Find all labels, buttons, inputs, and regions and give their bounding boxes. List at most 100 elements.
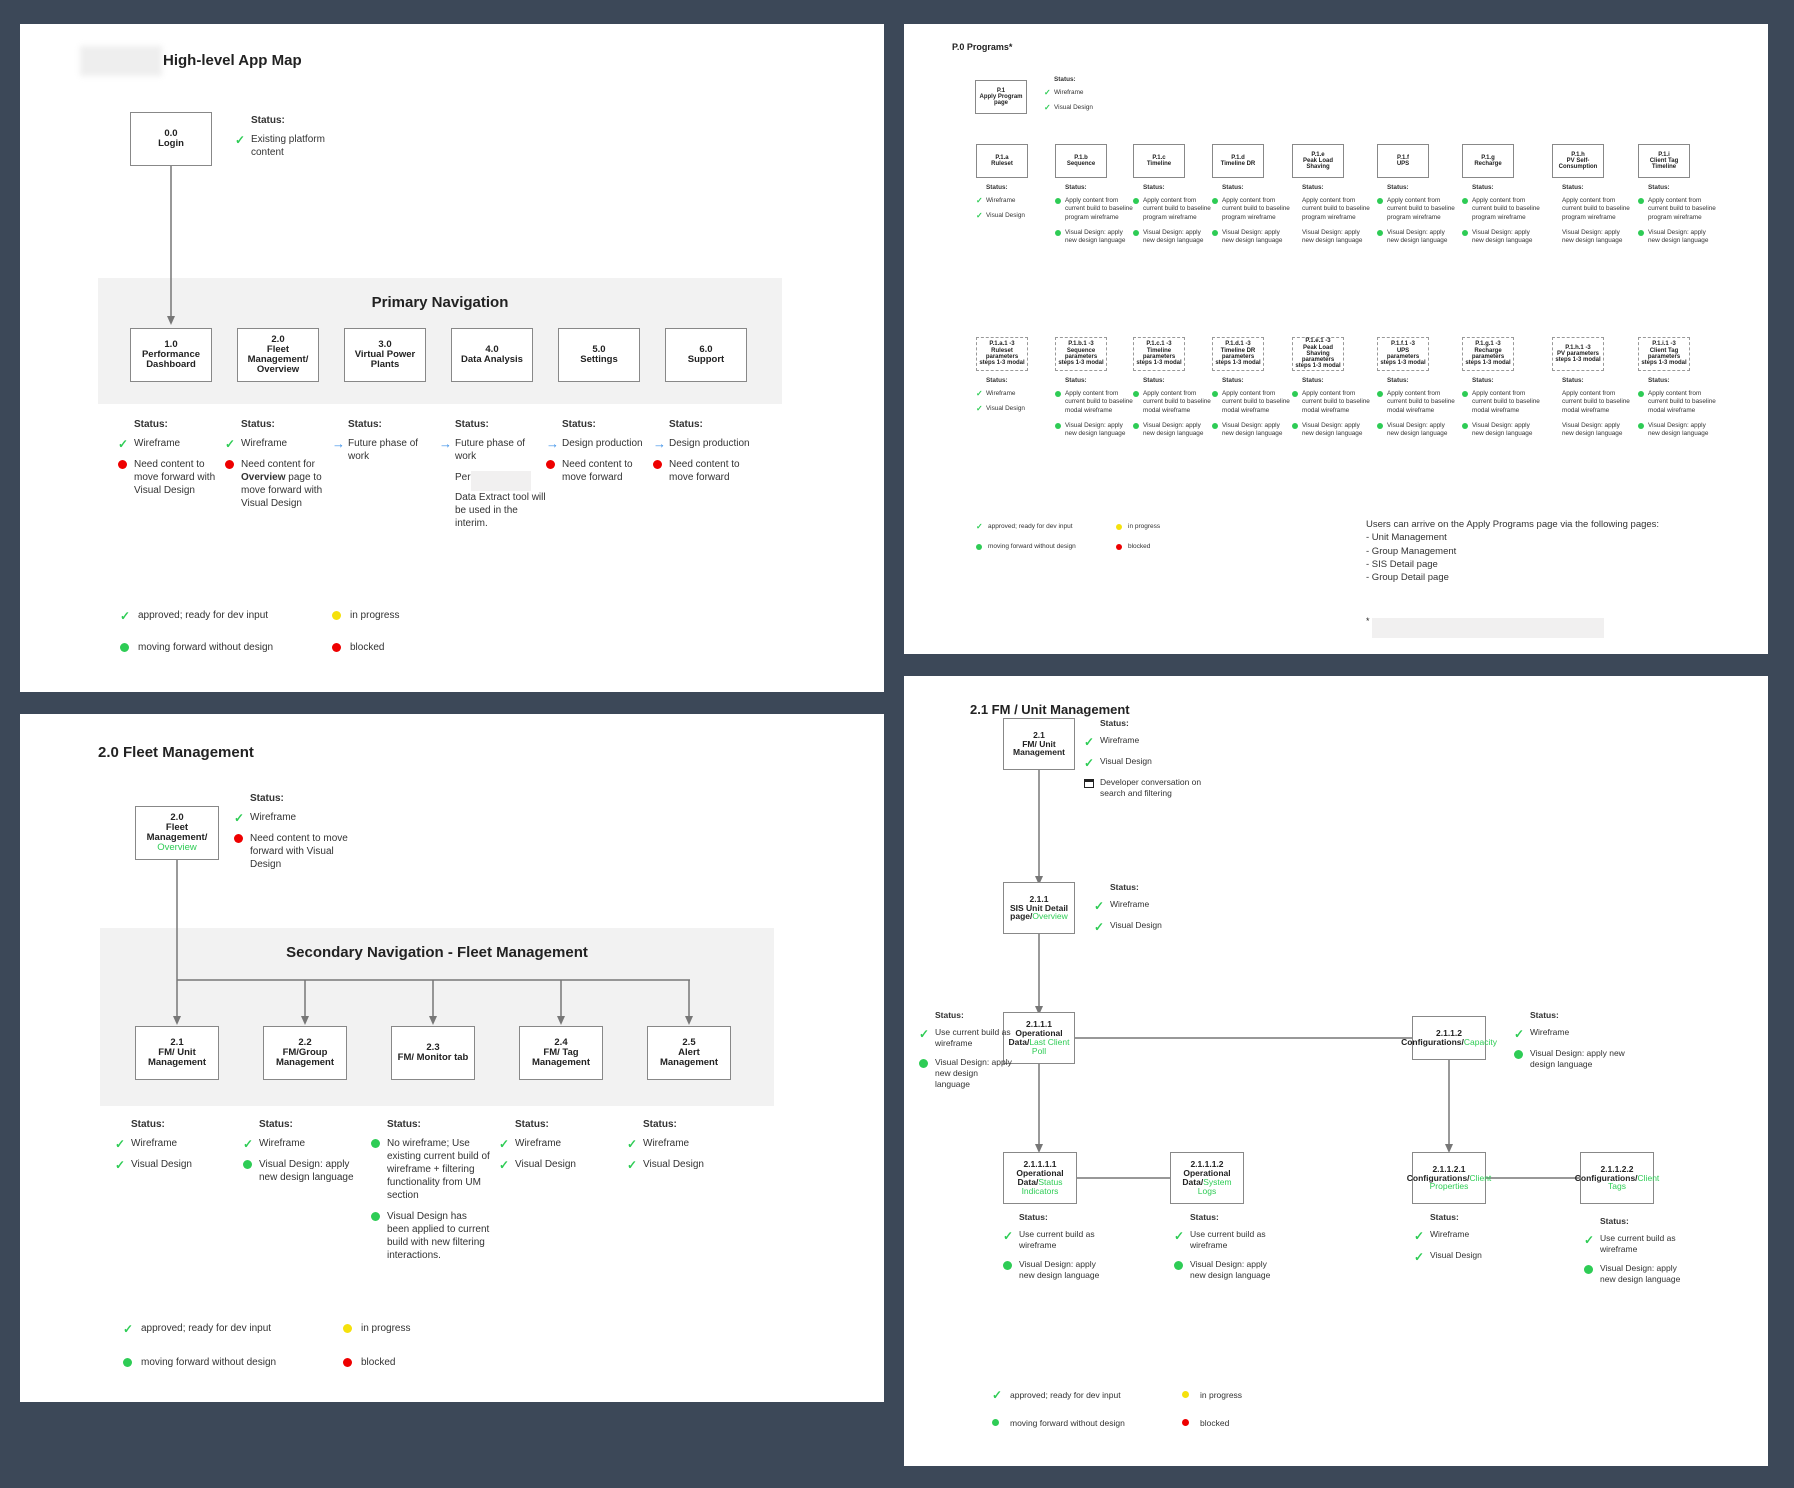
primary-nav-node[interactable]: 5.0 Settings: [558, 328, 640, 382]
secondary-nav-node[interactable]: 2.2 FM/Group Management: [263, 1026, 347, 1080]
program-modal-node[interactable]: P.1.f.1 -3 UPS parameters steps 1-3 modal: [1377, 337, 1429, 371]
status-item: ✓ Wireframe: [1094, 899, 1214, 912]
primary-nav-node[interactable]: 6.0 Support: [665, 328, 747, 382]
green-dot-icon: [1055, 423, 1061, 430]
primary-nav-node[interactable]: 4.0 Data Analysis: [451, 328, 533, 382]
status-item: ✓ Wireframe: [1414, 1229, 1524, 1242]
program-modal-node[interactable]: P.1.b.1 -3 Sequence parameters steps 1-3 …: [1055, 337, 1107, 371]
legend-approved: ✓ approved; ready for dev input: [123, 1321, 272, 1336]
primary-nav-node[interactable]: 1.0 Performance Dashboard: [130, 328, 212, 382]
check-icon: ✓: [123, 1321, 134, 1336]
status-item-text: Wireframe: [134, 438, 181, 449]
unit-node[interactable]: 2.1.1.2.2 Configurations/Client Tags: [1575, 1152, 1659, 1204]
check-icon: ✓: [1003, 1228, 1014, 1243]
redacted-footnote: [1372, 618, 1604, 638]
status-item: Visual Design: apply new design language: [1638, 229, 1718, 246]
note-list: - Unit Management - Group Management - SIS…: [1366, 531, 1746, 584]
status-item-text: Visual Design: apply new design language: [259, 1159, 354, 1183]
program-node[interactable]: P.1.b Sequence: [1055, 144, 1107, 178]
program-node[interactable]: P.1.f UPS: [1377, 144, 1429, 178]
status-icon-wrap: ✓: [1094, 920, 1110, 933]
node-link[interactable]: Overview: [1032, 911, 1067, 921]
green-dot-icon: [1133, 391, 1139, 398]
status-item: Visual Design: apply new design language: [1055, 422, 1135, 439]
status-item: ✓ Visual Design: [1094, 920, 1214, 933]
status-item: Per Data Extract tool will be used in the…: [439, 471, 547, 530]
unit-node[interactable]: 2.1.1.1.1 Operational Data/Status Indicat…: [1003, 1152, 1077, 1204]
unit-node[interactable]: 2.1.1.2 Configurations/Capacity: [1401, 1016, 1497, 1060]
green-dot-icon: [1584, 1265, 1593, 1275]
program-modal-node[interactable]: P.1.h.1 -3 PV parameters steps 1-3 modal: [1552, 337, 1604, 371]
program-node[interactable]: P.1.c Timeline: [1133, 144, 1185, 178]
secondary-nav-node[interactable]: 2.1 FM/ Unit Management: [135, 1026, 219, 1080]
program-modal-node[interactable]: P.1.c.1 -3 Timeline parameters steps 1-3 …: [1133, 337, 1185, 371]
status-item: ✓ Wireframe: [243, 1137, 363, 1150]
node-link[interactable]: Capacity: [1464, 1037, 1497, 1047]
program-modal-node[interactable]: P.1.e.1 -3 Peak Load Shaving parameters s…: [1292, 337, 1344, 371]
check-icon: ✓: [1584, 1232, 1595, 1247]
program-modal-node[interactable]: P.1.i.1 -3 Client Tag parameters steps 1-…: [1638, 337, 1690, 371]
primary-nav-node[interactable]: 3.0 Virtual Power Plants: [344, 328, 426, 382]
check-icon: ✓: [919, 1026, 930, 1041]
status-item: ✓ Use current build as wireframe: [1174, 1229, 1284, 1251]
status-block: Status: Apply content from current build …: [1377, 377, 1457, 445]
status-item-text: Use current build as wireframe: [1019, 1229, 1095, 1251]
program-node[interactable]: P.1.d Timeline DR: [1212, 144, 1264, 178]
status-heading: Status:: [643, 1119, 677, 1130]
status-item: ✓ Visual Design: [627, 1158, 747, 1171]
program-modal-node[interactable]: P.1.g.1 -3 Recharge parameters steps 1-3 …: [1462, 337, 1514, 371]
program-node[interactable]: P.1.e Peak Load Shaving: [1292, 144, 1344, 178]
primary-nav-node[interactable]: 2.0 Fleet Management/ Overview: [237, 328, 319, 382]
secondary-nav-node[interactable]: 2.4 FM/ Tag Management: [519, 1026, 603, 1080]
status-heading: Status:: [348, 419, 382, 430]
program-node[interactable]: P.1.i Client Tag Timeline: [1638, 144, 1690, 178]
page-title: P.0 Programs*: [952, 42, 1013, 52]
status-item-text: Visual Design: apply new design language: [1562, 421, 1623, 438]
status-item: Apply content from current build to base…: [1552, 197, 1632, 223]
status-icon-wrap: [1174, 1259, 1190, 1272]
status-icon-wrap: [919, 1057, 935, 1070]
status-item-text: Wireframe: [1530, 1027, 1570, 1038]
status-block: Status: ✓ Use current build as wireframe Vi…: [1174, 1212, 1284, 1289]
legend-blocked: blocked: [332, 641, 384, 654]
secondary-nav-node[interactable]: 2.3 FM/ Monitor tab: [391, 1026, 475, 1080]
check-icon: ✓: [1094, 919, 1105, 934]
unit-node[interactable]: 2.1.1 SIS Unit Detail page/Overview: [1003, 882, 1075, 934]
status-icon-wrap: ✓: [1044, 89, 1054, 98]
program-modal-node[interactable]: P.1.a.1 -3 Ruleset parameters steps 1-3 m…: [976, 337, 1028, 371]
status-heading: Status:: [134, 419, 168, 430]
node-label: FM/ Unit Management: [1013, 738, 1065, 758]
status-icon-wrap: [1212, 390, 1222, 399]
program-node[interactable]: P.1.g Recharge: [1462, 144, 1514, 178]
node-label: Performance Dashboard: [141, 349, 201, 370]
status-icon-wrap: [1462, 390, 1472, 399]
status-text-pre: Per: [455, 472, 471, 483]
status-heading: Status:: [1387, 377, 1409, 384]
node-link[interactable]: System Logs: [1198, 1177, 1232, 1196]
program-modal-node[interactable]: P.1.d.1 -3 Timeline DR parameters steps 1…: [1212, 337, 1264, 371]
legend-moving-forward: moving forward without design: [992, 1416, 1125, 1429]
unit-node[interactable]: 2.1.1.1.2 Operational Data/System Logs: [1170, 1152, 1244, 1204]
check-icon: ✓: [976, 211, 983, 221]
node-apply-program[interactable]: P.1 Apply Program page: [975, 80, 1027, 114]
status-block: Status: ✓ Use current build as wireframe Vi…: [1584, 1216, 1694, 1293]
status-block: Status: Apply content from current build …: [1212, 377, 1292, 445]
secondary-nav-node[interactable]: 2.5 Alert Management: [647, 1026, 731, 1080]
status-block: Status: ✓ Wireframe ✓ Visual Design: [1414, 1212, 1524, 1271]
unit-node[interactable]: 2.1 FM/ Unit Management: [1003, 718, 1075, 770]
check-icon: ✓: [499, 1157, 510, 1172]
status-icon-wrap: [1552, 422, 1562, 431]
status-block: Status: Apply content from current build …: [1133, 377, 1213, 445]
status-item-text: Visual Design: apply new design language: [1065, 228, 1126, 245]
status-heading: Status:: [1648, 377, 1670, 384]
status-icon-wrap: ✓: [1003, 1229, 1019, 1242]
legend-approved: ✓ approved; ready for dev input: [992, 1387, 1121, 1402]
status-item: Apply content from current build to base…: [1212, 390, 1292, 416]
node-link[interactable]: Last Client Poll: [1029, 1037, 1069, 1056]
node-label: Configurations/: [1574, 1172, 1638, 1183]
legend: ✓ approved; ready for dev input moving fo…: [976, 520, 1176, 550]
program-node[interactable]: P.1.h PV Self-Consumption: [1552, 144, 1604, 178]
unit-node[interactable]: 2.1.1.2.1 Configurations/Client Propertie…: [1407, 1152, 1491, 1204]
program-node[interactable]: P.1.a Ruleset: [976, 144, 1028, 178]
green-dot-icon: [120, 643, 129, 652]
